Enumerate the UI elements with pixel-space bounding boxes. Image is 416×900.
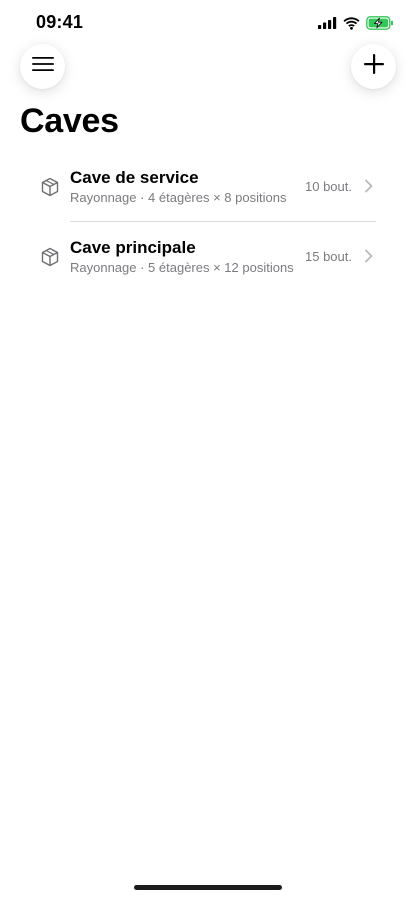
hamburger-menu-icon: [31, 57, 54, 76]
list-item-subtitle: Rayonnage · 4 étagères × 8 positions: [70, 190, 287, 205]
bottle-count: 15 bout.: [305, 249, 352, 264]
list-item-text: Cave de service Rayonnage · 4 étagères ×…: [70, 168, 286, 206]
list-item-subtitle: Rayonnage · 5 étagères × 12 positions: [70, 260, 294, 275]
status-time: 09:41: [36, 12, 84, 32]
status-icons: [318, 14, 394, 32]
chevron-right-icon: [364, 249, 374, 263]
list-item-title: Cave de service: [70, 168, 199, 187]
box-icon: [40, 247, 60, 267]
status-bar: 09:41: [0, 0, 416, 46]
menu-button[interactable]: [20, 44, 65, 89]
cellular-signal-icon: [318, 17, 337, 29]
chevron-right-icon: [364, 179, 374, 193]
wifi-icon: [343, 16, 360, 30]
page-title: Caves: [20, 102, 119, 140]
box-icon: [40, 177, 60, 197]
cellar-list: Cave de service Rayonnage · 4 étagères ×…: [20, 152, 396, 292]
plus-icon: [363, 54, 384, 79]
add-cellar-button[interactable]: [351, 44, 396, 89]
battery-charging-icon: [366, 16, 394, 30]
home-indicator[interactable]: [134, 885, 282, 890]
list-item[interactable]: Cave principale Rayonnage · 5 étagères ×…: [20, 222, 396, 292]
cellars-screen: 09:41 Caves Cave de service Rayonnage · …: [0, 0, 416, 900]
list-item-text: Cave principale Rayonnage · 5 étagères ×…: [70, 238, 294, 276]
list-item[interactable]: Cave de service Rayonnage · 4 étagères ×…: [20, 152, 396, 222]
list-item-title: Cave principale: [70, 238, 196, 257]
bottle-count: 10 bout.: [305, 179, 352, 194]
